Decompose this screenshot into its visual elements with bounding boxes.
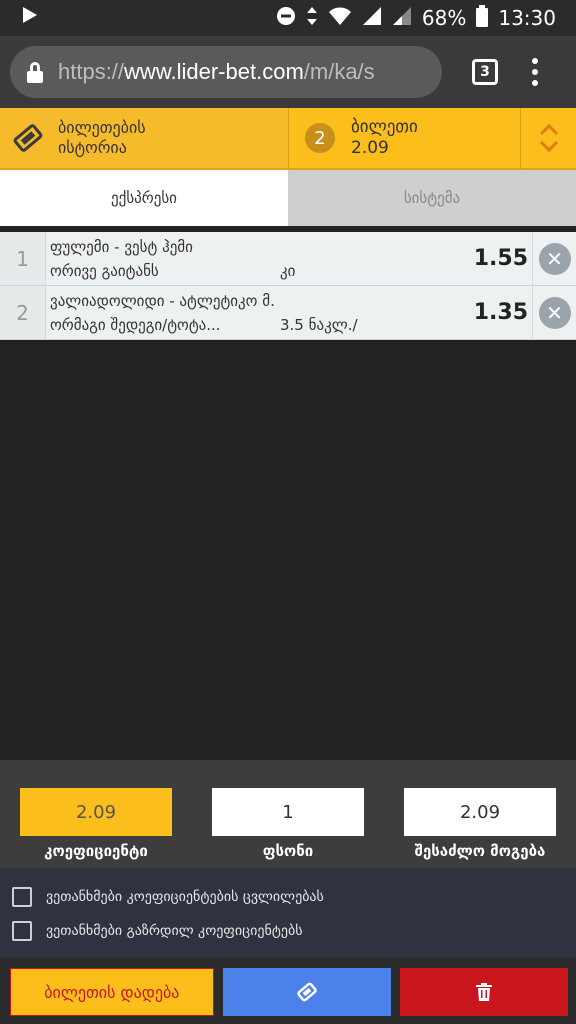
accept-odds-changes-checkbox[interactable] [12,887,32,907]
ticket-icon [13,124,43,152]
stake-input[interactable]: 1 [212,788,364,836]
bet-odds: 1.55 [473,246,528,271]
bet-row: 2 ვალიადოლიდი - ატლეტიკო მ. ორმაგი შედეგ… [0,286,576,340]
app-notification-icon [20,5,40,31]
chevron-down-icon [539,140,558,152]
tab-express[interactable]: ექსპრესი [0,170,288,226]
trash-icon [476,983,493,1001]
ticket-label: ბილეთი [351,117,418,137]
bet-selection: კი [280,262,296,280]
bet-type-tabs: ექსპრესი სისტემა [0,170,576,226]
ticket-history-label: ბილეთების ისტორია [58,118,146,157]
accept-odds-changes-option[interactable]: ვეთანხმები კოეფიციენტების ცვლილებას [0,880,576,914]
current-ticket[interactable]: 2 ბილეთი 2.09 [288,108,520,170]
place-bet-button[interactable]: ბილეთის დადება [10,968,214,1016]
betslip-actions: ბილეთის დადება [0,958,576,1024]
remove-bet-button[interactable]: ✕ [532,232,576,285]
ticket-total-odds: 2.09 [351,138,389,158]
browser-menu-icon[interactable] [532,58,538,86]
close-icon: ✕ [538,296,571,329]
bet-list: 1 ფულემი - ვესტ ჰემი ორივე გაიტანს კი 1.… [0,232,576,340]
ticket-icon [297,982,317,1002]
status-bar: 68% 13:30 [0,0,576,36]
url-text: https://www.lider-bet.com/m/ka/s [58,59,375,85]
data-transfer-icon [306,6,318,31]
betslip-header: ბილეთების ისტორია 2 ბილეთი 2.09 [0,108,576,170]
bet-match: ვალიადოლიდი - ატლეტიკო მ. [50,292,275,310]
bet-market: ორივე გაიტანს [50,262,159,280]
accept-increased-odds-label: ვეთანხმები გაზრდილ კოეფიციენტებს [46,923,303,939]
total-coefficient-label: კოეფიციენტი [44,842,148,860]
accept-odds-changes-label: ვეთანხმები კოეფიციენტების ცვლილებას [46,889,324,905]
delete-ticket-button[interactable] [400,968,568,1016]
url-path: /m/ka/s [303,59,375,84]
possible-win-value: 2.09 [404,788,556,836]
signal-icon [362,6,382,31]
share-ticket-button[interactable] [222,968,392,1016]
bet-match: ფულემი - ვესტ ჰემი [50,238,193,256]
clock: 13:30 [498,6,556,30]
bet-selection: 3.5 ნაკლ./ [280,316,358,334]
lock-icon [26,61,44,83]
bet-index: 1 [0,232,46,285]
ticket-count-badge: 2 [305,123,335,153]
chevron-up-icon [539,124,558,136]
address-bar[interactable]: https://www.lider-bet.com/m/ka/s [10,46,442,98]
accept-increased-odds-checkbox[interactable] [12,921,32,941]
betslip-options: ვეთანხმები კოეფიციენტების ცვლილებას ვეთა… [0,868,576,958]
url-scheme: https:// [58,59,125,84]
bet-row: 1 ფულემი - ვესტ ჰემი ორივე გაიტანს კი 1.… [0,232,576,286]
wifi-icon [328,6,352,31]
remove-bet-button[interactable]: ✕ [532,286,576,339]
close-icon: ✕ [538,242,571,275]
tab-switcher-button[interactable]: 3 [472,59,498,85]
battery-icon [476,4,489,32]
ticket-history-button[interactable]: ბილეთების ისტორია [0,108,288,170]
tab-system[interactable]: სისტემა [288,170,576,226]
accept-increased-odds-option[interactable]: ვეთანხმები გაზრდილ კოეფიციენტებს [0,914,576,948]
possible-win-label: შესაძლო მოგება [414,842,546,860]
betslip-summary: 2.09 კოეფიციენტი 1 ფსონი 2.09 შესაძლო მო… [0,760,576,868]
battery-percent: 68% [421,6,467,30]
url-host: www.lider-bet.com [124,59,304,84]
expand-collapse-button[interactable] [520,108,576,170]
browser-toolbar: https://www.lider-bet.com/m/ka/s 3 [0,36,576,108]
signal-weak-icon [392,6,412,31]
bet-index: 2 [0,286,46,339]
bet-odds: 1.35 [473,300,528,325]
bet-market: ორმაგი შედეგი/ტოტა... [50,316,221,334]
do-not-disturb-icon [276,6,296,31]
stake-label: ფსონი [262,842,314,860]
total-coefficient-value: 2.09 [20,788,172,836]
